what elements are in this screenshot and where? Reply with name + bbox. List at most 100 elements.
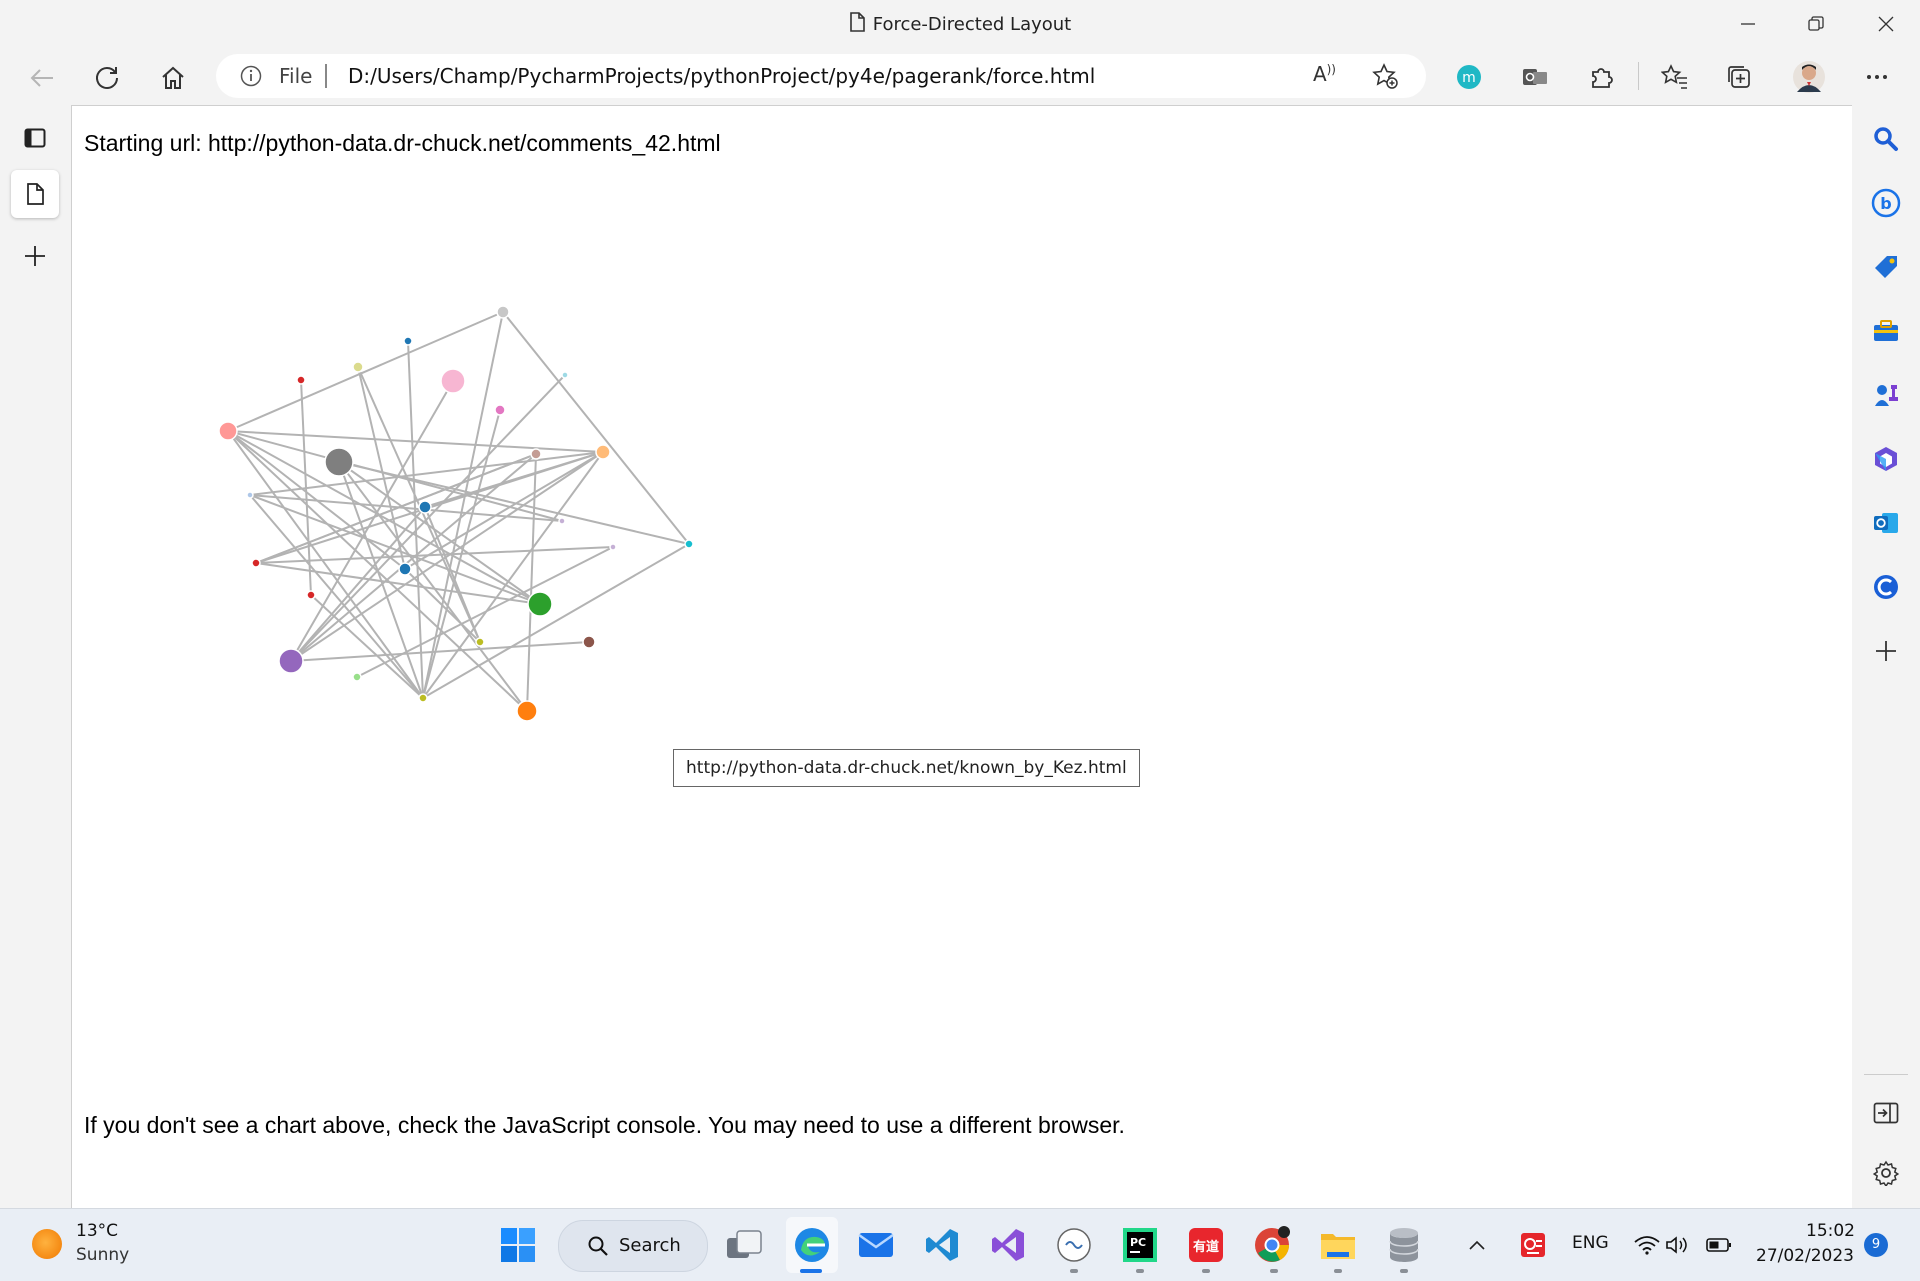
graph-node[interactable] <box>595 444 611 460</box>
graph-node[interactable] <box>516 700 538 722</box>
microsoft-365-icon[interactable] <box>1869 442 1903 476</box>
restore-button[interactable] <box>1788 6 1844 42</box>
extensions-puzzle-icon[interactable] <box>1586 62 1616 92</box>
pycharm-button[interactable]: PC <box>1118 1223 1162 1267</box>
close-window-button[interactable] <box>1858 6 1914 42</box>
graph-link <box>424 451 604 508</box>
home-icon <box>162 66 184 89</box>
back-arrow-icon <box>30 69 53 87</box>
graph-node[interactable] <box>352 361 364 373</box>
graph-node[interactable] <box>418 693 428 703</box>
hide-sidebar-icon[interactable] <box>1869 1096 1903 1130</box>
graph-node[interactable] <box>278 648 304 674</box>
graph-node[interactable] <box>218 421 238 441</box>
url-text[interactable]: D:/Users/Champ/PycharmProjects/pythonPro… <box>348 64 1095 88</box>
task-view-button[interactable] <box>722 1223 766 1267</box>
graph-node[interactable] <box>324 447 354 477</box>
app-circle-button[interactable] <box>1052 1223 1096 1267</box>
tray-app-button[interactable] <box>1516 1223 1550 1267</box>
graph-node[interactable] <box>475 637 485 647</box>
graph-node[interactable] <box>246 491 254 499</box>
games-icon[interactable] <box>1869 378 1903 412</box>
graph-node[interactable] <box>418 500 432 514</box>
visual-studio-button[interactable] <box>986 1223 1030 1267</box>
graph-node[interactable] <box>558 517 566 525</box>
graph-node[interactable] <box>306 590 316 600</box>
address-bar[interactable]: File D:/Users/Champ/PycharmProjects/pyth… <box>216 54 1426 98</box>
graph-node[interactable] <box>494 404 506 416</box>
graph-node[interactable] <box>352 672 362 682</box>
graph-link <box>502 311 690 545</box>
settings-gear-icon[interactable] <box>1869 1156 1903 1190</box>
drop-icon[interactable] <box>1869 570 1903 604</box>
tab-actions-button[interactable] <box>11 114 59 162</box>
weather-sun-icon[interactable] <box>32 1229 62 1259</box>
tab-force-directed-layout[interactable] <box>11 170 59 218</box>
vscode-button[interactable] <box>920 1223 964 1267</box>
youdao-button[interactable]: 有道 <box>1184 1223 1228 1267</box>
wifi-button[interactable] <box>1630 1223 1664 1267</box>
graph-node[interactable] <box>582 635 596 649</box>
graph-node[interactable] <box>440 368 466 394</box>
shopping-tag-icon[interactable] <box>1869 250 1903 284</box>
extension-m-icon[interactable]: m <box>1454 62 1484 92</box>
tools-icon[interactable] <box>1869 314 1903 348</box>
graph-node[interactable] <box>561 371 569 379</box>
add-favorite-icon[interactable] <box>1372 63 1398 93</box>
outlook-icon[interactable] <box>1869 506 1903 540</box>
graph-node[interactable] <box>684 539 694 549</box>
start-button[interactable] <box>496 1223 540 1267</box>
vscode-icon <box>926 1229 958 1261</box>
graph-node[interactable] <box>403 336 413 346</box>
red-tray-app-icon <box>1521 1233 1545 1257</box>
graph-link <box>227 311 504 432</box>
graph-node[interactable] <box>251 558 261 568</box>
language-indicator[interactable]: ENG <box>1572 1233 1609 1253</box>
edge-icon <box>795 1228 829 1262</box>
search-icon[interactable] <box>1869 122 1903 156</box>
bing-chat-icon[interactable]: b <box>1869 186 1903 220</box>
clock-date[interactable]: 27/02/2023 <box>1756 1246 1854 1266</box>
edge-sidebar: b <box>1852 104 1920 1208</box>
graph-node[interactable] <box>530 448 542 460</box>
outlook-extension-icon[interactable] <box>1520 62 1550 92</box>
edge-taskbar-button[interactable] <box>786 1217 838 1273</box>
graph-node[interactable] <box>398 562 412 576</box>
document-icon <box>849 12 865 37</box>
show-hidden-icons-button[interactable] <box>1462 1223 1492 1267</box>
more-menu-icon[interactable] <box>1862 62 1892 92</box>
graph-node[interactable] <box>296 375 306 385</box>
new-tab-button[interactable] <box>11 232 59 280</box>
site-info-icon[interactable] <box>240 65 262 91</box>
volume-button[interactable] <box>1662 1223 1692 1267</box>
weather-temp[interactable]: 13°C <box>76 1221 118 1241</box>
graph-link <box>356 546 614 678</box>
refresh-button[interactable] <box>87 58 127 98</box>
profile-avatar[interactable] <box>1792 60 1826 94</box>
weather-condition[interactable]: Sunny <box>76 1245 129 1265</box>
read-aloud-icon[interactable]: A)) <box>1313 62 1336 86</box>
mail-button[interactable] <box>854 1223 898 1267</box>
youdao-icon: 有道 <box>1189 1228 1223 1262</box>
address-separator <box>325 64 327 88</box>
database-button[interactable] <box>1382 1223 1426 1267</box>
file-explorer-button[interactable] <box>1316 1223 1360 1267</box>
window-title: Force-Directed Layout <box>0 12 1920 37</box>
collections-icon[interactable] <box>1724 62 1754 92</box>
home-button[interactable] <box>153 58 193 98</box>
minimize-icon <box>1741 23 1755 25</box>
notification-badge[interactable]: 9 <box>1864 1233 1888 1257</box>
graph-node[interactable] <box>609 543 617 551</box>
battery-button[interactable] <box>1702 1223 1736 1267</box>
database-running-indicator <box>1400 1269 1408 1273</box>
add-sidebar-app-icon[interactable] <box>1869 634 1903 668</box>
force-graph[interactable] <box>72 106 1852 1106</box>
graph-node[interactable] <box>527 591 553 617</box>
taskbar-search[interactable]: Search <box>558 1220 708 1272</box>
favorites-icon[interactable] <box>1660 62 1690 92</box>
back-button[interactable] <box>22 58 62 98</box>
minimize-button[interactable] <box>1720 6 1776 42</box>
chrome-button[interactable] <box>1250 1223 1294 1267</box>
clock-time[interactable]: 15:02 <box>1806 1221 1855 1241</box>
graph-node[interactable] <box>496 305 510 319</box>
